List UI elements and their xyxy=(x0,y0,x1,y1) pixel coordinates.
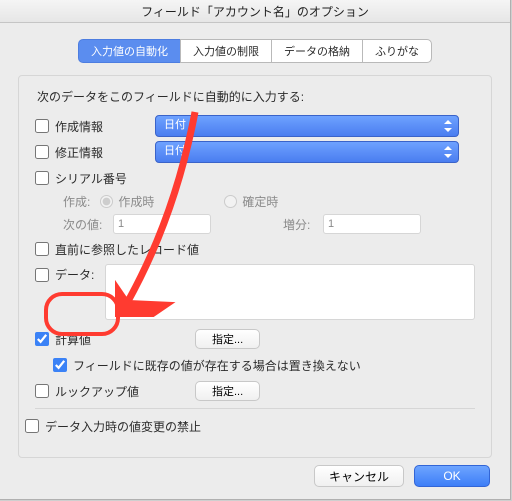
auto-enter-panel: 次のデータをこのフィールドに自動的に入力する: 作成情報 日付 xyxy=(18,75,492,458)
checkbox-label: シリアル番号 xyxy=(55,170,127,187)
dialog-footer: キャンセル OK xyxy=(314,465,490,487)
input-next-value[interactable] xyxy=(113,214,211,234)
button-calc-specify[interactable]: 指定... xyxy=(195,329,260,349)
dialog-window: フィールド「アカウント名」のオプション 入力値の自動化 入力値の制限 データの格… xyxy=(0,0,510,499)
cancel-button[interactable]: キャンセル xyxy=(314,465,404,487)
tab-furigana[interactable]: ふりがな xyxy=(362,39,432,63)
checkbox-data[interactable]: データ: xyxy=(35,264,105,283)
checkbox-label: 直前に参照したレコード値 xyxy=(55,241,199,258)
serial-create-label: 作成: xyxy=(63,193,90,210)
label-increment: 増分: xyxy=(283,216,317,233)
textarea-data[interactable] xyxy=(105,264,475,320)
checkbox-label: 修正情報 xyxy=(55,144,103,161)
input-increment[interactable] xyxy=(323,214,421,234)
checkbox-creation-info[interactable]: 作成情報 xyxy=(35,118,155,135)
select-creation-info[interactable]: 日付 xyxy=(155,115,459,137)
section-heading: 次のデータをこのフィールドに自動的に入力する: xyxy=(37,88,475,105)
checkbox-label: 計算値 xyxy=(55,331,91,348)
checkbox-label: 作成情報 xyxy=(55,118,103,135)
tab-bar: 入力値の自動化 入力値の制限 データの格納 ふりがな xyxy=(18,39,492,63)
label-next-value: 次の値: xyxy=(63,216,107,233)
checkbox-label: データ: xyxy=(55,266,94,283)
checkbox-last-visited[interactable]: 直前に参照したレコード値 xyxy=(35,241,199,258)
tab-storage[interactable]: データの格納 xyxy=(271,39,362,63)
window-title-bar: フィールド「アカウント名」のオプション xyxy=(0,0,510,23)
separator xyxy=(35,408,475,409)
checkbox-label: データ入力時の値変更の禁止 xyxy=(45,418,201,435)
button-lookup-specify[interactable]: 指定... xyxy=(195,381,260,401)
checkbox-do-not-replace[interactable]: フィールドに既存の値が存在する場合は置き換えない xyxy=(53,357,361,374)
checkbox-lookup[interactable]: ルックアップ値 xyxy=(35,383,185,400)
radio-on-create[interactable]: 作成時 xyxy=(100,193,154,210)
radio-on-commit[interactable]: 確定時 xyxy=(224,193,278,210)
tab-auto-enter[interactable]: 入力値の自動化 xyxy=(78,39,180,63)
window-title: フィールド「アカウント名」のオプション xyxy=(141,3,369,20)
checkbox-serial[interactable]: シリアル番号 xyxy=(35,170,155,187)
checkbox-prohibit-modification[interactable]: データ入力時の値変更の禁止 xyxy=(25,418,201,435)
ok-button[interactable]: OK xyxy=(414,465,490,487)
select-modification-info[interactable]: 日付 xyxy=(155,141,459,163)
checkbox-calculation[interactable]: 計算値 xyxy=(35,331,185,348)
tab-validation[interactable]: 入力値の制限 xyxy=(180,39,271,63)
checkbox-modification-info[interactable]: 修正情報 xyxy=(35,144,155,161)
checkbox-label: フィールドに既存の値が存在する場合は置き換えない xyxy=(73,357,361,374)
checkbox-label: ルックアップ値 xyxy=(55,383,139,400)
